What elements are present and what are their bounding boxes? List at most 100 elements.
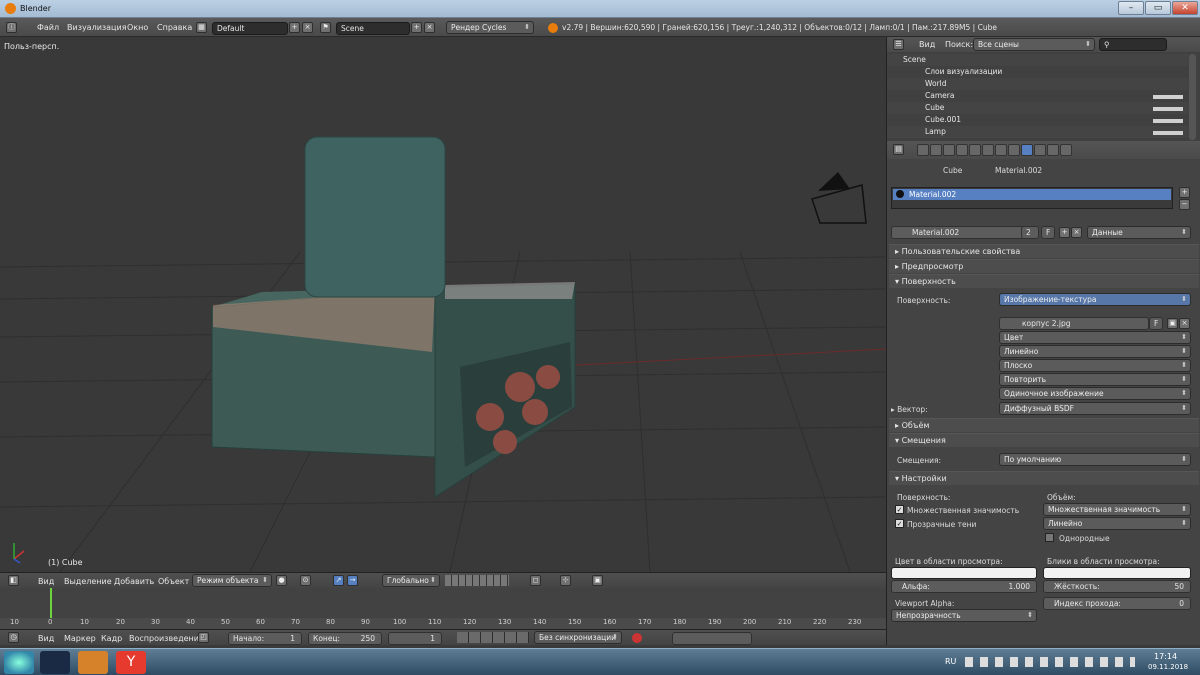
- image-open-icon[interactable]: ▣: [1167, 318, 1178, 329]
- playback-controls[interactable]: [457, 632, 529, 643]
- display-mode-select[interactable]: Все сцены: [973, 38, 1095, 51]
- start-frame-field[interactable]: Начало: 1: [228, 632, 302, 645]
- yandex-browser-icon[interactable]: Y: [116, 651, 146, 674]
- menu-object[interactable]: Объект: [158, 577, 189, 586]
- tab-data[interactable]: [1008, 144, 1020, 156]
- layout-icon[interactable]: ▦: [196, 22, 207, 33]
- tab-particles[interactable]: [1047, 144, 1059, 156]
- tree-item-render-layers[interactable]: Слои визуализации: [887, 66, 1189, 78]
- preview-range-icon[interactable]: ◰: [198, 632, 209, 643]
- tree-item-lamp[interactable]: Lamp: [887, 126, 1189, 138]
- record-icon[interactable]: [632, 633, 642, 643]
- tree-item-scene[interactable]: Scene: [887, 54, 1189, 66]
- scene-field[interactable]: Scene: [336, 22, 410, 35]
- close-button[interactable]: ✕: [1172, 1, 1198, 15]
- render-engine-select[interactable]: Рендер Cycles: [446, 21, 534, 34]
- lock-layers-icon[interactable]: ◻: [530, 575, 541, 586]
- material-unlink-icon[interactable]: ×: [1071, 227, 1082, 238]
- fake-user-button[interactable]: F: [1041, 226, 1055, 239]
- multiple-importance-checkbox[interactable]: ✓: [895, 505, 904, 514]
- tab-physics[interactable]: [1060, 144, 1072, 156]
- panel-custom-props[interactable]: ▸ Пользовательские свойства: [889, 244, 1199, 258]
- menu-window[interactable]: Окно: [127, 23, 148, 32]
- link-select[interactable]: Данные: [1087, 226, 1191, 239]
- panel-settings[interactable]: ▾ Настройки: [889, 471, 1199, 485]
- tab-constraints[interactable]: [982, 144, 994, 156]
- vector-select[interactable]: Диффузный BSDF: [999, 402, 1191, 415]
- menu-view[interactable]: Вид: [919, 40, 935, 49]
- blender-app-icon[interactable]: [78, 651, 108, 674]
- panel-preview[interactable]: ▸ Предпросмотр: [889, 259, 1199, 273]
- tab-render[interactable]: [917, 144, 929, 156]
- editor-type-icon[interactable]: ◧: [8, 575, 19, 586]
- layout-remove-icon[interactable]: ×: [302, 22, 313, 33]
- tray-icons[interactable]: [965, 657, 1135, 667]
- image-unlink-icon[interactable]: ×: [1179, 318, 1190, 329]
- color-space-select[interactable]: Цвет: [999, 331, 1191, 344]
- scene-icon[interactable]: ⚑: [320, 22, 331, 33]
- orientation-select[interactable]: Глобально: [382, 574, 440, 587]
- layers-grid[interactable]: [445, 575, 509, 586]
- outliner-scrollbar[interactable]: [1189, 54, 1196, 140]
- menu-frame[interactable]: Кадр: [101, 634, 122, 643]
- menu-render[interactable]: Визуализация: [67, 23, 127, 32]
- editor-type-icon[interactable]: ▤: [893, 144, 904, 155]
- tree-item-cube-001[interactable]: Cube.001: [887, 114, 1189, 126]
- surface-shader-select[interactable]: Изображение-текстура: [999, 293, 1191, 306]
- menu-view[interactable]: Вид: [38, 634, 54, 643]
- panel-surface[interactable]: ▾ Поверхность: [889, 274, 1199, 288]
- homogeneous-checkbox[interactable]: [1045, 533, 1054, 542]
- image-name-field[interactable]: корпус 2.jpg: [999, 317, 1149, 330]
- volume-interpolation-select[interactable]: Линейно: [1043, 517, 1191, 530]
- properties-editor[interactable]: ▤ Cube Material.002 Material.002 + − Mat…: [886, 141, 1200, 645]
- material-slot-selected[interactable]: Material.002: [893, 189, 1171, 200]
- image-fake-user[interactable]: F: [1149, 317, 1163, 330]
- sync-select[interactable]: Без синхронизации: [534, 631, 622, 644]
- translate-icon[interactable]: →: [347, 575, 358, 586]
- slot-add-icon[interactable]: +: [1179, 187, 1190, 198]
- material-name-field[interactable]: Material.002: [891, 226, 1031, 239]
- shading-icon[interactable]: ●: [276, 575, 287, 586]
- material-users-count[interactable]: 2: [1021, 226, 1039, 239]
- transparent-shadows-checkbox[interactable]: ✓: [895, 519, 904, 528]
- tab-scene[interactable]: [943, 144, 955, 156]
- steam-app-icon[interactable]: [40, 651, 70, 674]
- scene-remove-icon[interactable]: ×: [424, 22, 435, 33]
- outliner[interactable]: ☰ Вид Поиск: Все сцены ⚲ Scene Слои визу…: [886, 37, 1200, 141]
- breadcrumb-object[interactable]: Cube: [943, 166, 962, 175]
- extension-select[interactable]: Повторить: [999, 373, 1191, 386]
- tree-item-cube[interactable]: Cube: [887, 102, 1189, 114]
- projection-select[interactable]: Плоско: [999, 359, 1191, 372]
- alpha-field[interactable]: Альфа: 1.000: [891, 580, 1037, 593]
- volume-sampling-select[interactable]: Множественная значимость: [1043, 503, 1191, 516]
- layout-add-icon[interactable]: +: [289, 22, 300, 33]
- manipulator-icon[interactable]: ↗: [333, 575, 344, 586]
- start-button-icon[interactable]: [4, 651, 34, 674]
- minimize-button[interactable]: –: [1118, 1, 1144, 15]
- hardness-field[interactable]: Жёсткость: 50: [1043, 580, 1191, 593]
- tab-layers[interactable]: [930, 144, 942, 156]
- menu-help[interactable]: Справка: [157, 23, 192, 32]
- tab-object[interactable]: [969, 144, 981, 156]
- outliner-search-input[interactable]: ⚲: [1099, 38, 1167, 51]
- keying-set-field[interactable]: [672, 632, 752, 645]
- menu-file[interactable]: Файл: [37, 23, 59, 32]
- render-preview-icon[interactable]: ▣: [592, 575, 603, 586]
- blend-mode-select[interactable]: Непрозрачность: [891, 609, 1037, 622]
- snap-icon[interactable]: ⊹: [560, 575, 571, 586]
- menu-view[interactable]: Вид: [38, 577, 54, 586]
- slot-remove-icon[interactable]: −: [1179, 199, 1190, 210]
- tree-item-world[interactable]: World: [887, 78, 1189, 90]
- breadcrumb-material[interactable]: Material.002: [995, 166, 1042, 175]
- source-select[interactable]: Одиночное изображение: [999, 387, 1191, 400]
- mode-select[interactable]: Режим объекта: [192, 574, 272, 587]
- panel-displacement[interactable]: ▾ Смещения: [889, 433, 1199, 447]
- interpolation-select[interactable]: Линейно: [999, 345, 1191, 358]
- menu-playback[interactable]: Воспроизведение: [129, 634, 204, 643]
- pass-index-field[interactable]: Индекс прохода: 0: [1043, 597, 1191, 610]
- tab-texture[interactable]: [1034, 144, 1046, 156]
- language-indicator[interactable]: RU: [945, 657, 956, 666]
- layout-field[interactable]: Default: [212, 22, 288, 35]
- tab-modifiers[interactable]: [995, 144, 1007, 156]
- panel-volume[interactable]: ▸ Объём: [889, 418, 1199, 432]
